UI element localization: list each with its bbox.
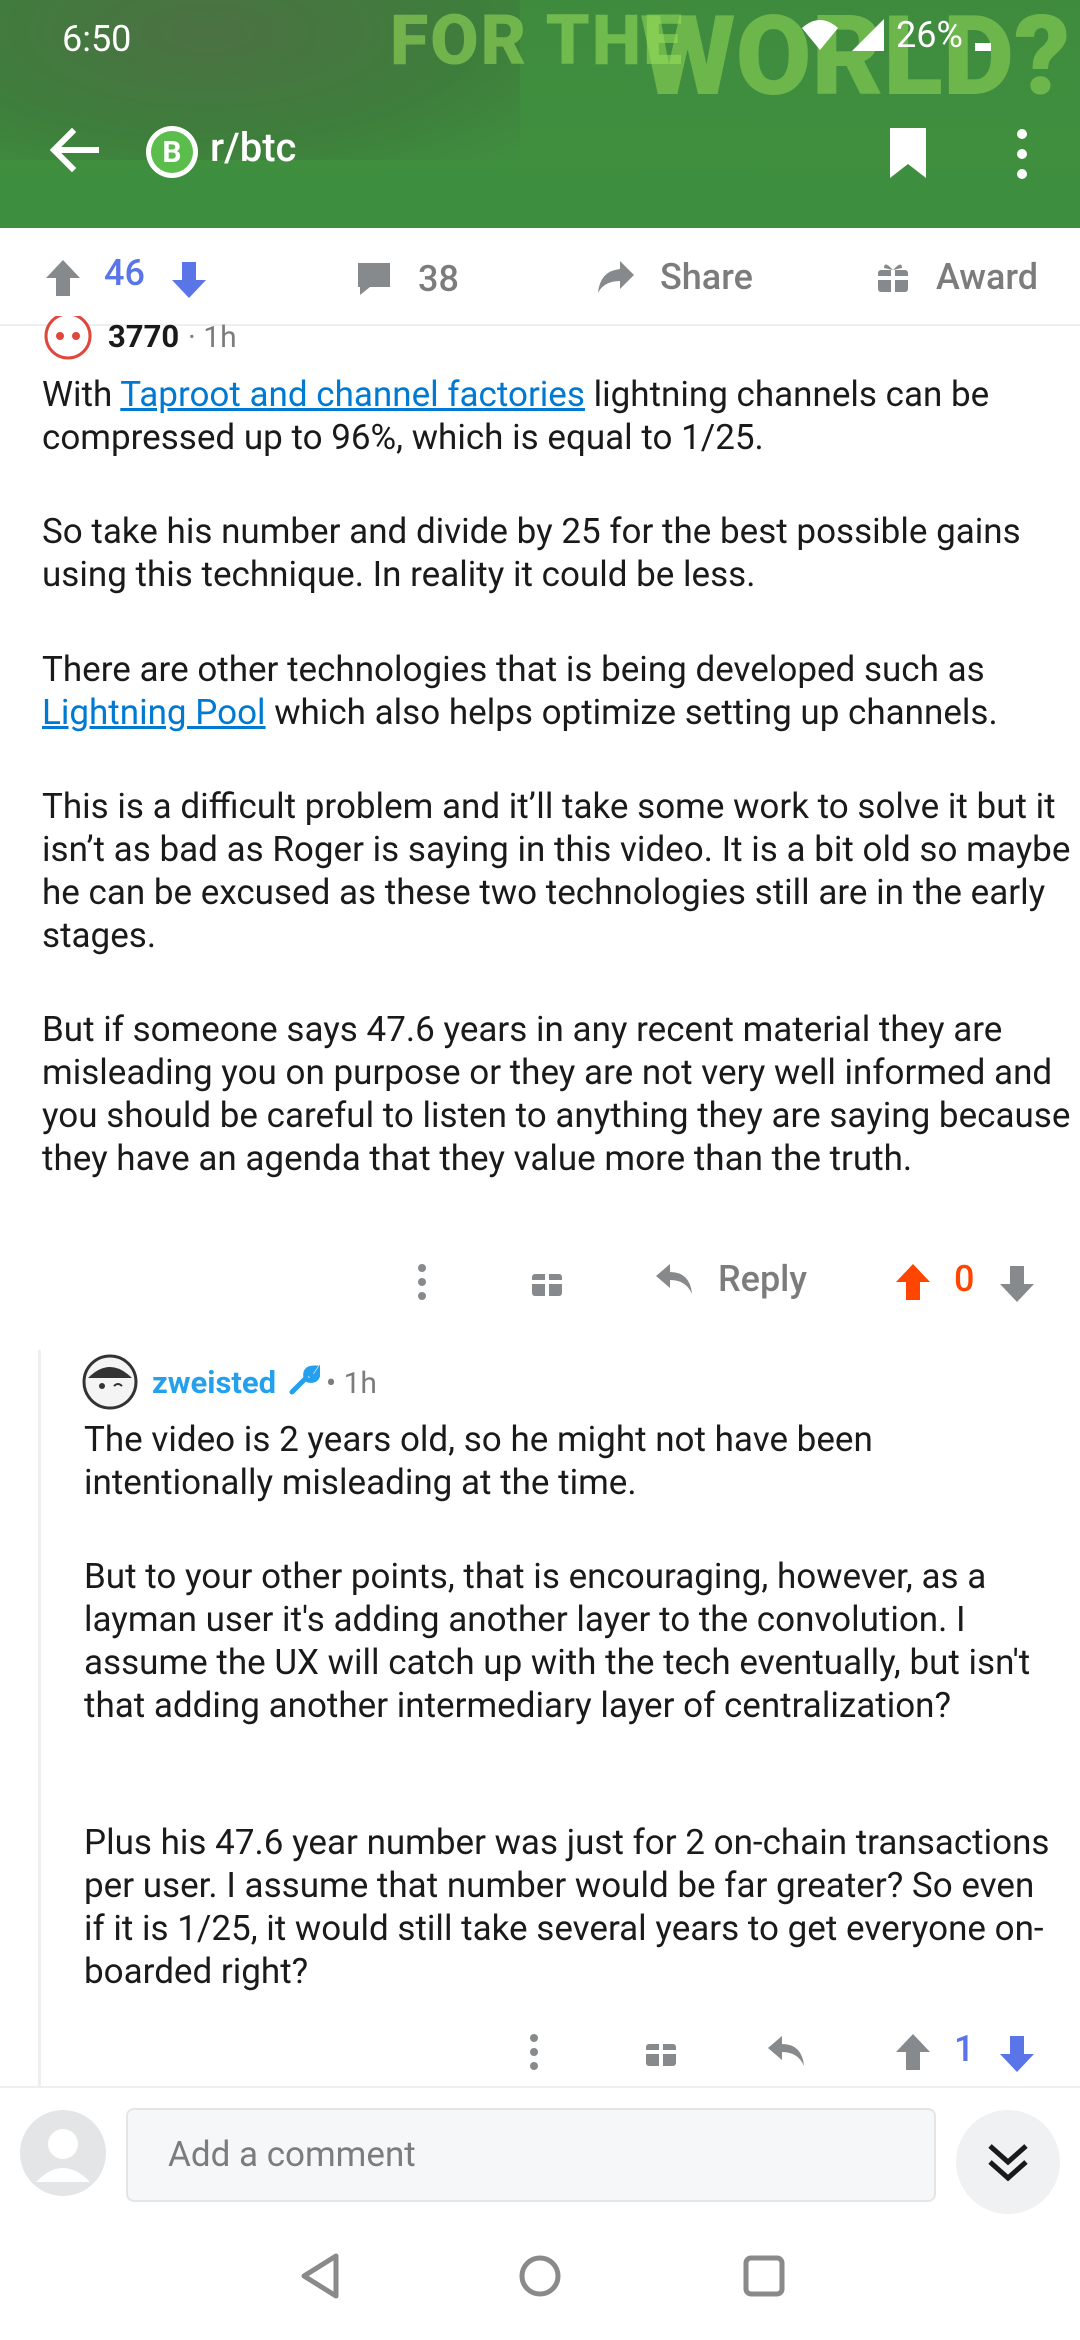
scroll-down-button[interactable]	[956, 2110, 1060, 2214]
text-span: There are other technologies that is bei…	[42, 649, 985, 690]
status-time: 6:50	[62, 18, 132, 60]
reply-icon[interactable]	[766, 2034, 806, 2068]
avatar[interactable]	[82, 1354, 138, 1410]
avatar[interactable]	[42, 316, 94, 368]
comments-button[interactable]: 38	[356, 258, 459, 300]
comment-paragraph: This is a difficult problem and it’ll ta…	[42, 786, 1071, 956]
share-label: Share	[660, 256, 753, 298]
system-nav-bar	[0, 2214, 1080, 2340]
comment-paragraph: So take his number and divide by 25 for …	[42, 511, 1021, 595]
text-span: With	[42, 374, 121, 415]
upvote-icon[interactable]	[894, 2032, 932, 2072]
signal-icon	[852, 19, 884, 51]
award-gift-icon[interactable]	[530, 1264, 564, 1298]
thread-line[interactable]	[38, 1350, 41, 2086]
share-button[interactable]: Share	[596, 256, 753, 298]
gift-icon	[878, 262, 908, 292]
nav-home-icon[interactable]	[518, 2254, 562, 2298]
comment-author[interactable]: 3770	[108, 318, 179, 355]
comment-author[interactable]: zweisted	[152, 1364, 276, 1401]
comment-paragraph: There are other technologies that is bei…	[42, 648, 1058, 734]
add-comment-input[interactable]: Add a comment	[126, 2108, 936, 2202]
more-options-icon[interactable]	[524, 2032, 544, 2072]
reply-button[interactable]: Reply	[654, 1258, 807, 1300]
subreddit-name[interactable]: r/btc	[210, 124, 296, 171]
award-button[interactable]: Award	[876, 256, 1038, 298]
status-icons: 26%	[800, 14, 993, 56]
link-taproot[interactable]: Taproot and channel factories	[120, 374, 585, 415]
comment-score: 1	[954, 2028, 975, 2070]
post-vote-count: 46	[104, 252, 145, 294]
reply-icon	[656, 1264, 692, 1294]
award-label: Award	[936, 256, 1039, 298]
bitcoin-icon: B	[151, 131, 193, 173]
reply-label: Reply	[718, 1258, 807, 1300]
comment-icon	[358, 263, 390, 295]
battery-percent: 26%	[896, 14, 963, 56]
upvote-icon[interactable]	[894, 1262, 932, 1302]
wifi-icon	[802, 20, 838, 50]
share-icon	[598, 261, 634, 293]
moderator-wrench-icon	[289, 1364, 320, 1395]
comment-time: • 1h	[326, 1366, 377, 1401]
upvote-icon[interactable]	[44, 258, 82, 298]
add-comment-placeholder: Add a comment	[168, 2134, 416, 2175]
more-options-icon[interactable]	[412, 1262, 432, 1302]
downvote-icon[interactable]	[998, 2034, 1036, 2074]
downvote-icon[interactable]	[998, 1264, 1036, 1304]
more-options-icon[interactable]	[1010, 124, 1034, 184]
snoo-avatar-icon	[44, 316, 92, 360]
comment-score: 0	[954, 1258, 975, 1300]
text-span: which also helps optimize setting up cha…	[265, 692, 998, 733]
comment-paragraph: But to your other points, that is encour…	[84, 1556, 1031, 1726]
subreddit-header: FOR THE WORLD? 6:50 26% B r/btc	[0, 0, 1080, 228]
downvote-icon[interactable]	[170, 260, 208, 300]
post-action-bar: 46 38 Share Award	[0, 228, 1080, 326]
nav-back-icon[interactable]	[298, 2252, 342, 2300]
bookmark-icon[interactable]	[888, 126, 928, 180]
comment-count: 38	[418, 258, 459, 300]
comment-paragraph: But if someone says 47.6 years in any re…	[42, 1009, 1071, 1179]
user-avatar-icon	[82, 1354, 138, 1410]
subreddit-icon[interactable]: B	[146, 126, 198, 178]
add-comment-bar: Add a comment	[0, 2086, 1080, 2216]
nav-recents-icon[interactable]	[742, 2254, 786, 2298]
link-lightning-pool[interactable]: Lightning Pool	[42, 692, 266, 733]
battery-icon	[974, 43, 991, 51]
comment-paragraph: Plus his 47.6 year number was just for 2…	[84, 1822, 1050, 1992]
comment-paragraph: The video is 2 years old, so he might no…	[84, 1419, 873, 1503]
comment-paragraph: With Taproot and channel factories light…	[42, 373, 1052, 459]
comment-time: · 1h	[188, 320, 237, 355]
award-gift-icon[interactable]	[644, 2034, 678, 2068]
double-chevron-down-icon	[988, 2144, 1028, 2182]
back-arrow-icon[interactable]	[44, 120, 104, 180]
user-avatar-icon	[20, 2110, 106, 2196]
